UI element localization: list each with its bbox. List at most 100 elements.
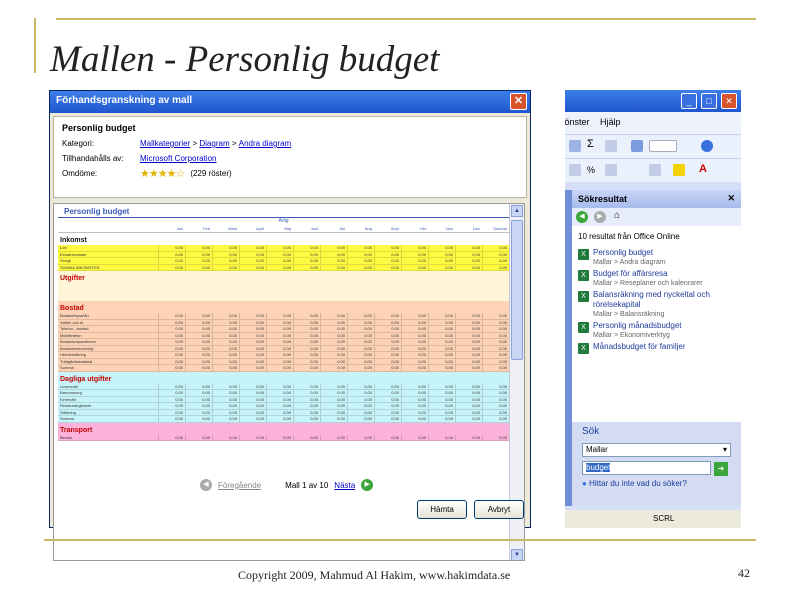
budget-cell: 0,00 <box>347 390 374 396</box>
budget-cell: 0,00 <box>347 319 374 325</box>
search-go-icon[interactable]: ➜ <box>714 462 728 476</box>
search-result-item[interactable]: X Balansräkning med nyckeltal och rörelse… <box>572 289 741 320</box>
result-title[interactable]: Budget för affärsresa <box>593 269 703 279</box>
excel-window-fragment: _ □ ✕ fönster Hjälp Σ % A Sökresultat ✕ … <box>565 90 741 528</box>
budget-cell: 0,00 <box>455 339 482 345</box>
chevron-down-icon[interactable]: ▾ <box>723 445 727 454</box>
category-link-mallkategorier[interactable]: Mallkategorier <box>140 139 190 148</box>
previous-arrow-icon[interactable]: ◀ <box>200 479 212 491</box>
search-results-header: Sökresultat ✕ <box>572 190 741 208</box>
search-input[interactable]: budget ➜ <box>582 461 728 476</box>
scroll-up-icon[interactable]: ▲ <box>511 205 523 217</box>
row-label: Livsmedel <box>60 383 79 389</box>
budget-cell: 0,00 <box>374 365 401 371</box>
previous-link[interactable]: Föregående <box>218 481 261 490</box>
budget-cell: 0,00 <box>158 319 185 325</box>
next-link[interactable]: Nästa <box>334 481 355 490</box>
budget-cell: 0,00 <box>266 345 293 351</box>
budget-cell: 0,00 <box>158 258 185 264</box>
budget-cell: 0,00 <box>185 332 212 338</box>
budget-section: Transport Bensin 0,00 0,00 0,00 0,00 0,00 0,00 0… <box>58 422 509 441</box>
next-arrow-icon[interactable]: ▶ <box>361 479 374 491</box>
category-row: Kategori: Mallkategorier > Diagram > And… <box>62 136 518 151</box>
help-icon[interactable] <box>701 140 713 152</box>
search-result-item[interactable]: X Personlig månadsbudget Mallar > Ekonomiv… <box>572 320 741 341</box>
result-title[interactable]: Månadsbudget för familjer <box>593 342 686 352</box>
currency-icon[interactable]: % <box>587 165 599 177</box>
forward-icon[interactable]: ▶ <box>594 211 606 223</box>
result-title[interactable]: Balansräkning med nyckeltal och rörelsek… <box>593 290 735 310</box>
budget-cell: 0,00 <box>347 396 374 402</box>
budget-cell: 0,00 <box>239 358 266 364</box>
borders-icon[interactable] <box>649 164 661 176</box>
budget-cell: 0,00 <box>158 313 185 319</box>
search-heading: Sök <box>582 426 600 437</box>
budget-cell: 0,00 <box>482 319 509 325</box>
budget-cell: 0,00 <box>482 416 509 422</box>
pane-close-icon[interactable]: ✕ <box>727 193 735 204</box>
font-color-icon[interactable]: A <box>699 163 711 175</box>
category-link-diagram[interactable]: Diagram <box>199 139 229 148</box>
cancel-button[interactable]: Avbryt <box>474 500 524 519</box>
rating-label: Omdöme: <box>62 169 98 178</box>
month-header-cell: Feb <box>203 226 210 231</box>
budget-cell: 0,00 <box>266 383 293 389</box>
budget-cell: 0,00 <box>239 313 266 319</box>
home-icon[interactable]: ⌂ <box>614 210 620 221</box>
category-link-andra-diagram[interactable]: Andra diagram <box>239 139 291 148</box>
budget-section: Dagliga utgifter Livsmedel 0,00 0,00 0,00 0,0… <box>58 371 509 423</box>
download-button[interactable]: Hämta <box>417 500 467 519</box>
sort-icon[interactable] <box>605 140 617 152</box>
rating-votes: (229 röster) <box>190 169 232 178</box>
sigma-icon[interactable]: Σ <box>587 138 594 150</box>
search-input-value: budget <box>586 463 611 472</box>
close-window-icon[interactable]: ✕ <box>721 93 737 109</box>
budget-cell: 0,00 <box>374 339 401 345</box>
budget-cell: 0,00 <box>401 258 428 264</box>
budget-cell: 0,00 <box>212 403 239 409</box>
budget-cell: 0,00 <box>266 396 293 402</box>
budget-cell: 0,00 <box>428 251 455 257</box>
search-result-item[interactable]: X Personlig budget Mallar > Andra diagram <box>572 247 741 268</box>
budget-cell: 0,00 <box>320 416 347 422</box>
budget-cell: 0,00 <box>266 264 293 270</box>
budget-cell: 0,00 <box>455 258 482 264</box>
section-heading: Bostad <box>60 305 84 312</box>
search-result-item[interactable]: X Månadsbudget för familjer <box>572 341 741 355</box>
search-help-link[interactable]: ● Hittar du inte vad du söker? <box>582 479 731 488</box>
menu-item-fonster[interactable]: fönster <box>565 117 590 127</box>
rating-stars-icon[interactable]: ★★★★☆ <box>140 167 185 180</box>
maximize-icon[interactable]: □ <box>701 93 717 109</box>
back-icon[interactable]: ◀ <box>576 211 588 223</box>
chart-icon[interactable] <box>631 140 643 152</box>
status-bar: SCRL <box>565 510 741 528</box>
budget-cell: 0,00 <box>347 251 374 257</box>
budget-cell: 0,00 <box>212 339 239 345</box>
minimize-icon[interactable]: _ <box>681 93 697 109</box>
budget-cell: 0,00 <box>482 434 509 440</box>
budget-cell: 0,00 <box>266 313 293 319</box>
breadcrumb-separator: > <box>190 139 200 148</box>
pane-nav-bar: ◀ ▶ ⌂ <box>572 208 741 226</box>
merge-icon[interactable] <box>569 164 581 176</box>
budget-cell: 0,00 <box>293 396 320 402</box>
zoom-select[interactable] <box>649 140 677 152</box>
result-title[interactable]: Personlig budget <box>593 248 666 258</box>
scroll-thumb[interactable] <box>511 220 523 360</box>
magnifier-icon[interactable] <box>569 140 581 152</box>
provider-link[interactable]: Microsoft Corporation <box>140 154 216 163</box>
search-scope-select[interactable]: Mallar ▾ <box>582 443 731 457</box>
scroll-down-icon[interactable]: ▼ <box>511 549 523 560</box>
menu-item-hjalp[interactable]: Hjälp <box>600 117 621 127</box>
budget-cell: 0,00 <box>455 313 482 319</box>
close-icon[interactable]: ✕ <box>510 93 527 110</box>
result-title[interactable]: Personlig månadsbudget <box>593 321 682 331</box>
fill-color-icon[interactable] <box>673 164 685 176</box>
budget-cell: 0,00 <box>293 332 320 338</box>
budget-cell: 0,00 <box>266 339 293 345</box>
budget-cell: 0,00 <box>212 245 239 251</box>
excel-file-icon: X <box>578 249 589 260</box>
month-header-cell: Okt <box>419 226 426 231</box>
search-result-item[interactable]: X Budget för affärsresa Mallar > Reseplane… <box>572 268 741 289</box>
decimal-icon[interactable] <box>605 164 617 176</box>
